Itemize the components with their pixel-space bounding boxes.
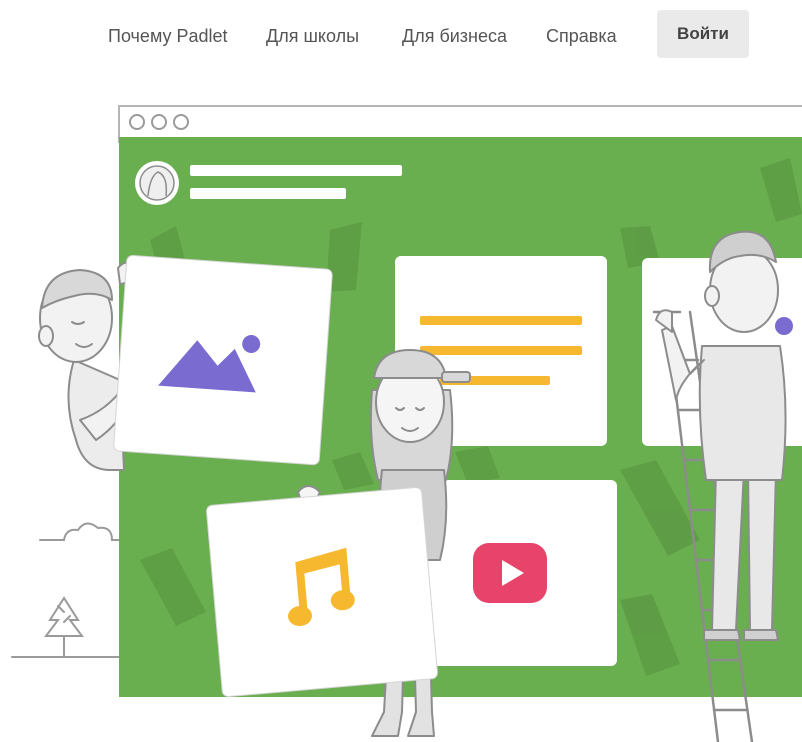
nav-link-for-business[interactable]: Для бизнеса [402, 22, 507, 50]
board-avatar-icon [135, 161, 179, 205]
board-title-line [190, 165, 402, 176]
image-icon [158, 334, 261, 393]
top-navigation: Почему Padlet Для школы Для бизнеса Спра… [0, 0, 802, 72]
card-music [206, 486, 438, 698]
card-video [425, 480, 617, 666]
tree-icon [44, 596, 84, 657]
card-text [395, 256, 607, 446]
window-dot [151, 114, 167, 130]
play-video-icon [473, 543, 547, 603]
cloud-icon [39, 522, 121, 541]
nav-link-for-school[interactable]: Для школы [266, 22, 359, 50]
window-dot [129, 114, 145, 130]
scenery [11, 522, 121, 658]
window-dot [173, 114, 189, 130]
character-man [655, 230, 787, 641]
browser-window [118, 105, 802, 143]
character-girl [297, 349, 471, 737]
ladder [652, 310, 754, 742]
padlet-board [119, 137, 802, 697]
nav-link-why-padlet[interactable]: Почему Padlet [108, 22, 228, 50]
nav-link-help[interactable]: Справка [546, 22, 617, 50]
card-image [113, 255, 333, 466]
card-partial-right [642, 258, 802, 446]
character-left [38, 261, 135, 471]
login-button[interactable]: Войти [657, 10, 749, 58]
music-note-icon [288, 547, 355, 627]
board-subtitle-line [190, 188, 346, 199]
hero-illustration [11, 105, 802, 742]
